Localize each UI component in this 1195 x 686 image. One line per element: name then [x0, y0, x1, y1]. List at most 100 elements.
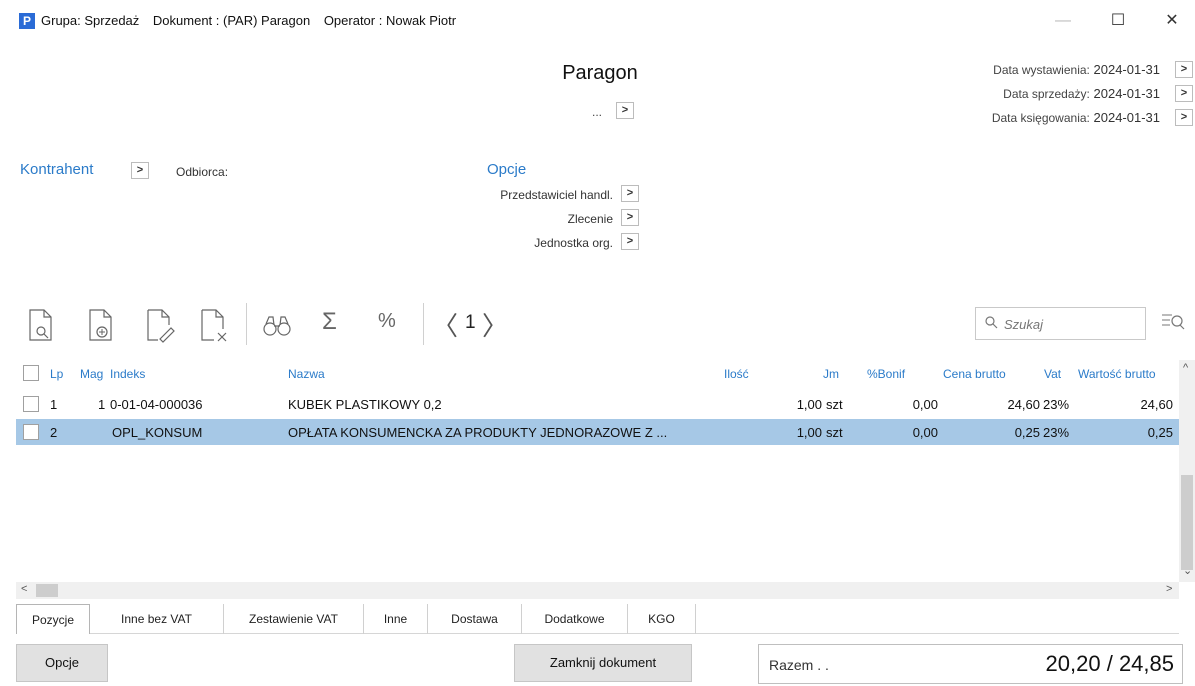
scroll-up-icon[interactable]: ^	[1183, 362, 1188, 374]
cell-ilosc: 1,00	[796, 425, 822, 440]
col-cena-brutto[interactable]: Cena brutto	[943, 367, 1006, 381]
view-document-icon[interactable]	[24, 307, 58, 343]
cell-bonif: 0,00	[912, 425, 938, 440]
toolbar-separator	[423, 303, 424, 345]
table-row-selected[interactable]: 2 OPL_KONSUM OPŁATA KONSUMENCKA ZA PRODU…	[16, 419, 1179, 445]
tab-kgo[interactable]: KGO	[628, 604, 696, 634]
cell-ilosc: 1,00	[796, 397, 822, 412]
cell-lp: 2	[50, 425, 58, 440]
title-group: Grupa: Sprzedaż	[41, 13, 140, 28]
sales-rep-button[interactable]: >	[621, 185, 639, 202]
date-posting-button[interactable]: >	[1175, 109, 1193, 126]
maximize-button[interactable]: ☐	[1095, 8, 1141, 34]
options-button[interactable]: Opcje	[16, 644, 108, 682]
positions-grid: Lp Mag Indeks Nazwa Ilość Jm %Bonif Cena…	[16, 360, 1179, 582]
scroll-right-icon[interactable]: >	[1166, 583, 1172, 595]
org-unit-label: Jednostka org.	[534, 236, 613, 250]
date-posting-row: Data księgowania: 2024-01-31	[992, 110, 1160, 125]
next-page-button[interactable]: 〉	[482, 306, 508, 343]
horizontal-scrollbar[interactable]: < >	[16, 582, 1179, 599]
col-wartosc-brutto[interactable]: Wartość brutto	[1078, 367, 1156, 381]
vertical-scroll-thumb[interactable]	[1181, 475, 1193, 570]
cell-bonif: 0,00	[912, 397, 938, 412]
search-icon	[985, 316, 998, 332]
title-document: Dokument : (PAR) Paragon	[152, 13, 311, 28]
grid-header: Lp Mag Indeks Nazwa Ilość Jm %Bonif Cena…	[16, 360, 1179, 386]
search-box[interactable]	[975, 307, 1146, 340]
total-value: 20,20 / 24,85	[1045, 651, 1174, 676]
app-logo-icon: P	[19, 13, 35, 29]
date-sale-row: Data sprzedaży: 2024-01-31	[1003, 86, 1160, 101]
col-mag[interactable]: Mag	[80, 367, 103, 381]
cell-cena: 0,25	[1014, 425, 1040, 440]
document-number: ...	[592, 105, 603, 119]
row-checkbox[interactable]	[23, 424, 39, 440]
contractor-button[interactable]: >	[131, 162, 149, 179]
col-ilosc[interactable]: Ilość	[724, 367, 749, 381]
table-row[interactable]: 1 1 0-01-04-000036 KUBEK PLASTIKOWY 0,2 …	[16, 391, 1179, 417]
advanced-filter-icon[interactable]	[1160, 310, 1186, 337]
search-input[interactable]	[1004, 309, 1134, 339]
cell-lp: 1	[50, 397, 58, 412]
date-sale-value[interactable]: 2024-01-31	[1094, 86, 1161, 101]
cell-jm: szt	[826, 425, 843, 440]
order-label: Zlecenie	[567, 212, 613, 226]
recipient-label: Odbiorca:	[176, 165, 229, 179]
date-posting-value[interactable]: 2024-01-31	[1094, 110, 1161, 125]
date-sale-button[interactable]: >	[1175, 85, 1193, 102]
close-document-button[interactable]: Zamknij dokument	[514, 644, 692, 682]
cell-indeks: OPL_KONSUM	[112, 425, 203, 440]
page-title: Paragon	[562, 62, 638, 84]
col-jm[interactable]: Jm	[823, 367, 839, 381]
tab-dostawa[interactable]: Dostawa	[428, 604, 522, 634]
col-lp[interactable]: Lp	[50, 367, 63, 381]
date-issue-value[interactable]: 2024-01-31	[1094, 62, 1161, 77]
col-indeks[interactable]: Indeks	[110, 367, 145, 381]
row-checkbox[interactable]	[23, 396, 39, 412]
tab-zestawienie-vat[interactable]: Zestawienie VAT	[224, 604, 364, 634]
cell-indeks: 0-01-04-000036	[110, 397, 203, 412]
date-issue-button[interactable]: >	[1175, 61, 1193, 78]
order-button[interactable]: >	[621, 209, 639, 226]
total-label: Razem . .	[769, 657, 829, 673]
cell-vat: 23%	[1043, 425, 1070, 440]
col-nazwa[interactable]: Nazwa	[288, 367, 325, 381]
date-issue-label: Data wystawienia:	[993, 63, 1090, 77]
tab-inne-bez-vat[interactable]: Inne bez VAT	[90, 604, 224, 634]
tab-inne[interactable]: Inne	[364, 604, 428, 634]
binoculars-icon[interactable]	[260, 307, 294, 343]
tab-dodatkowe[interactable]: Dodatkowe	[522, 604, 628, 634]
close-button[interactable]: ✕	[1149, 8, 1195, 34]
percent-icon[interactable]: %	[378, 310, 396, 333]
title-bar: P Grupa: Sprzedaż Dokument : (PAR) Parag…	[0, 0, 1195, 36]
scroll-left-icon[interactable]: <	[21, 583, 27, 595]
date-sale-label: Data sprzedaży:	[1003, 87, 1090, 101]
delete-document-icon[interactable]	[196, 307, 230, 343]
minimize-button[interactable]: —	[1040, 8, 1086, 34]
vertical-scrollbar[interactable]: ^ ⌄	[1179, 360, 1195, 582]
cell-cena: 24,60	[1007, 397, 1040, 412]
date-issue-row: Data wystawienia: 2024-01-31	[993, 62, 1160, 77]
cell-wartosc: 24,60	[1140, 397, 1173, 412]
add-document-icon[interactable]	[84, 307, 118, 343]
cell-mag: 1	[98, 397, 106, 412]
tab-pozycje[interactable]: Pozycje	[16, 604, 90, 634]
sales-rep-label: Przedstawiciel handl.	[500, 188, 613, 202]
contractor-heading[interactable]: Kontrahent	[20, 161, 93, 178]
sum-icon[interactable]: Σ	[322, 308, 337, 336]
col-vat[interactable]: Vat	[1044, 367, 1061, 381]
prev-page-button[interactable]: 〈	[432, 306, 458, 343]
horizontal-scroll-thumb[interactable]	[36, 584, 58, 597]
edit-document-icon[interactable]	[142, 307, 176, 343]
document-number-button[interactable]: >	[616, 102, 634, 119]
title-operator: Operator : Nowak Piotr	[323, 13, 457, 28]
page-number: 1	[465, 312, 476, 333]
select-all-checkbox[interactable]	[23, 365, 39, 381]
org-unit-button[interactable]: >	[621, 233, 639, 250]
scroll-down-icon[interactable]: ⌄	[1183, 564, 1192, 577]
date-posting-label: Data księgowania:	[991, 111, 1090, 125]
cell-vat: 23%	[1043, 397, 1070, 412]
col-bonif[interactable]: %Bonif	[867, 367, 905, 381]
cell-jm: szt	[826, 397, 843, 412]
total-box: Razem . . 20,20 / 24,85	[758, 644, 1183, 684]
